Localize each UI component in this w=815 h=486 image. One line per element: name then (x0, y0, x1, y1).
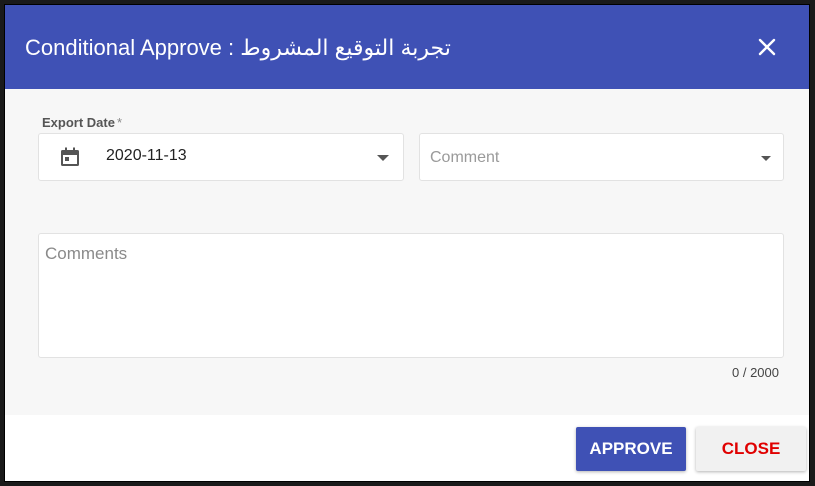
comments-field[interactable] (38, 233, 784, 358)
calendar-icon[interactable] (58, 145, 82, 169)
dialog-body: Export Date* 2020-11-13 Comment 0 / 2000 (5, 89, 809, 415)
comment-select[interactable]: Comment (419, 133, 784, 181)
close-icon[interactable] (755, 35, 779, 59)
chevron-down-icon[interactable] (761, 156, 771, 161)
chevron-down-icon[interactable] (377, 155, 389, 161)
conditional-approve-dialog: Conditional Approve : تجربة التوقيع المش… (4, 4, 810, 482)
export-date-label-text: Export Date (42, 115, 115, 130)
export-date-value: 2020-11-13 (106, 147, 187, 164)
comments-textarea[interactable] (39, 234, 783, 357)
approve-button[interactable]: APPROVE (576, 427, 686, 471)
character-counter: 0 / 2000 (732, 365, 779, 380)
dialog-footer: APPROVE CLOSE (5, 415, 809, 481)
export-date-field[interactable]: 2020-11-13 (38, 133, 404, 181)
close-button[interactable]: CLOSE (696, 427, 806, 471)
comment-select-placeholder: Comment (430, 149, 500, 166)
export-date-label: Export Date * (42, 115, 122, 130)
dialog-header: Conditional Approve : تجربة التوقيع المش… (5, 5, 809, 89)
dialog-title: Conditional Approve : تجربة التوقيع المش… (25, 35, 451, 60)
required-mark: * (116, 115, 123, 130)
